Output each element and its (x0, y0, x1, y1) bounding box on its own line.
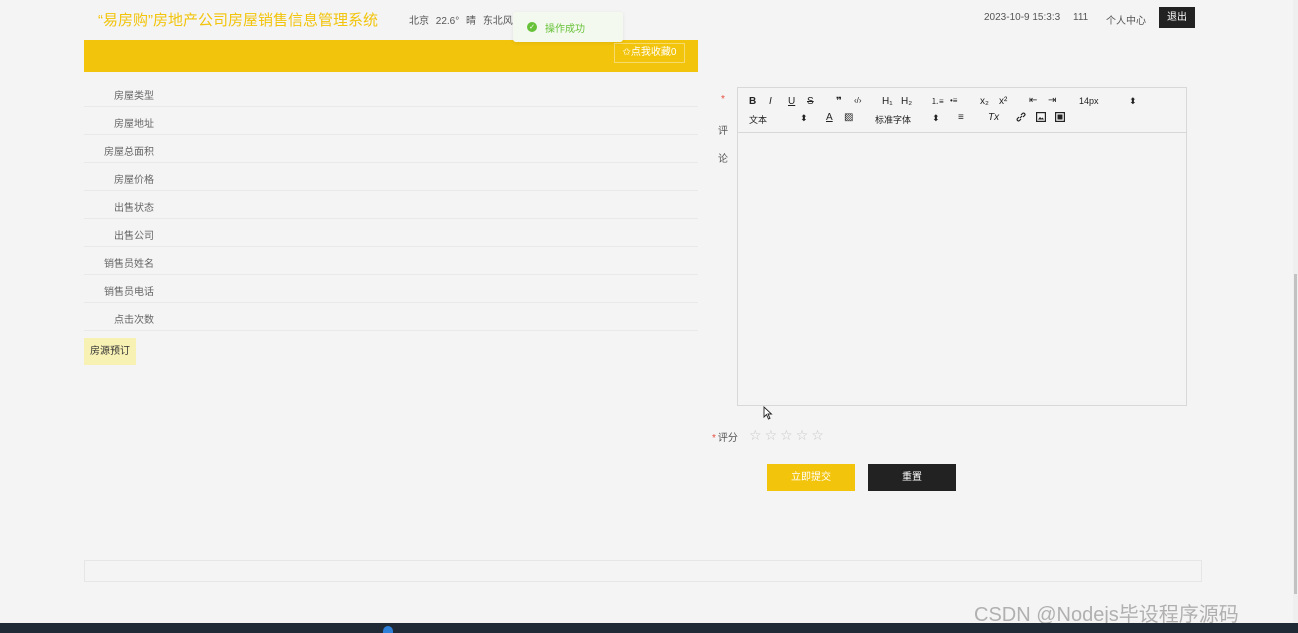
detail-header-bar (84, 40, 698, 72)
font-family-select[interactable]: 标准字体 ⬍ (875, 113, 940, 126)
taskbar (0, 623, 1298, 633)
info-row: 房屋总面积 (84, 135, 698, 163)
info-row: 房屋价格 (84, 163, 698, 191)
weather-condition: 晴 (466, 16, 477, 27)
indent-button[interactable]: ⇥ (1048, 95, 1056, 106)
font-family-value: 标准字体 (875, 115, 912, 125)
house-info-list: 房屋类型 房屋地址 房屋总面积 房屋价格 出售状态 出售公司 销售员姓名 销售员… (84, 79, 698, 331)
heading1-button[interactable]: H₁ (882, 96, 893, 107)
weather-temperature: 22.6° (435, 16, 460, 27)
info-label: 房屋总面积 (104, 147, 154, 158)
info-row: 房屋地址 (84, 107, 698, 135)
video-button[interactable] (1055, 112, 1066, 125)
username: 111 (1073, 12, 1089, 23)
weather-city: 北京 (409, 16, 429, 27)
info-label: 点击次数 (114, 315, 154, 326)
star-icon[interactable]: ☆ (796, 427, 809, 444)
outdent-button[interactable]: ⇤ (1029, 95, 1037, 106)
taskbar-app-icon[interactable] (383, 626, 393, 633)
link-icon (1016, 112, 1026, 122)
blockquote-button[interactable]: ❞ (836, 96, 842, 107)
heading2-button[interactable]: H₂ (901, 96, 912, 107)
subscript-button[interactable]: x₂ (980, 96, 989, 107)
header-select[interactable]: 文本 ⬍ (749, 113, 808, 126)
link-button[interactable] (1016, 112, 1026, 124)
editor-content-area[interactable] (738, 133, 1186, 405)
success-toast: ✓ 操作成功 (513, 12, 623, 42)
info-label: 出售公司 (114, 231, 154, 242)
strike-button[interactable]: S (807, 96, 814, 107)
reset-button[interactable]: 重置 (868, 464, 956, 491)
info-row: 出售状态 (84, 191, 698, 219)
select-arrow-icon: ⬍ (800, 113, 808, 123)
book-house-button[interactable]: 房源预订 (84, 338, 136, 365)
logout-button[interactable]: 退出 (1159, 7, 1195, 28)
current-datetime: 2023-10-9 15:3:3 (984, 12, 1061, 23)
info-label: 出售状态 (114, 203, 154, 214)
editor-toolbar: B I U S ❞ ‹/› H₁ H₂ ⒈≡ •≡ x₂ x² ⇤ ⇥ 14px… (738, 88, 1186, 133)
footer (84, 560, 1202, 582)
image-button[interactable] (1036, 112, 1047, 125)
bullet-list-button[interactable]: •≡ (950, 96, 957, 105)
align-button[interactable]: ≡ (958, 112, 964, 123)
favorite-button[interactable]: ✩点我收藏0 (614, 43, 685, 63)
info-row: 点击次数 (84, 303, 698, 331)
select-arrow-icon: ⬍ (932, 113, 940, 123)
info-label: 销售员电话 (104, 287, 154, 298)
background-color-button[interactable]: ▨ (844, 112, 853, 123)
toast-message: 操作成功 (545, 23, 585, 35)
personal-center-link[interactable]: 个人中心 (1106, 12, 1146, 27)
superscript-button[interactable]: x² (999, 96, 1007, 107)
info-row: 房屋类型 (84, 79, 698, 107)
image-icon (1036, 112, 1047, 123)
site-title: “易房购”房地产公司房屋销售信息管理系统 (98, 12, 378, 29)
info-label: 销售员姓名 (104, 259, 154, 270)
rating-stars[interactable]: ☆ ☆ ☆ ☆ ☆ (749, 427, 827, 444)
weather-widget: 北京 22.6° 晴 东北风 2 (409, 12, 513, 27)
info-row: 销售员电话 (84, 275, 698, 303)
top-header: “易房购”房地产公司房屋销售信息管理系统 北京 22.6° 晴 东北风 2 20… (0, 0, 1298, 40)
ordered-list-button[interactable]: ⒈≡ (931, 96, 944, 107)
comment-required-mark: * (721, 94, 725, 105)
score-label: 评分 (717, 433, 738, 444)
star-icon[interactable]: ☆ (811, 427, 824, 444)
star-icon[interactable]: ☆ (749, 427, 762, 444)
info-row: 出售公司 (84, 219, 698, 247)
clean-format-button[interactable]: Tx (988, 112, 999, 123)
info-label: 房屋类型 (114, 91, 154, 102)
score-label-row: * 评分 (712, 429, 738, 444)
bold-button[interactable]: B (749, 96, 756, 107)
submit-button[interactable]: 立即提交 (767, 464, 855, 491)
scrollbar-thumb[interactable] (1294, 274, 1297, 594)
select-arrow-icon: ⬍ (1129, 96, 1137, 106)
text-color-button[interactable]: A (826, 112, 833, 123)
score-required-mark: * (712, 433, 716, 444)
comment-label-2: 论 (718, 154, 728, 165)
info-row: 销售员姓名 (84, 247, 698, 275)
font-size-value: 14px (1079, 96, 1099, 106)
rich-text-editor: B I U S ❞ ‹/› H₁ H₂ ⒈≡ •≡ x₂ x² ⇤ ⇥ 14px… (737, 87, 1187, 406)
star-icon[interactable]: ☆ (780, 427, 793, 444)
header-select-value: 文本 (749, 115, 768, 125)
underline-button[interactable]: U (788, 96, 795, 107)
font-size-select[interactable]: 14px ⬍ (1079, 96, 1137, 106)
italic-button[interactable]: I (769, 96, 772, 107)
star-icon[interactable]: ☆ (765, 427, 778, 444)
check-circle-icon: ✓ (527, 22, 537, 32)
code-block-button[interactable]: ‹/› (854, 96, 862, 105)
info-label: 房屋地址 (114, 119, 154, 130)
weather-wind: 东北风 2 (482, 16, 513, 27)
video-icon (1055, 112, 1066, 123)
comment-label-1: 评 (718, 126, 728, 137)
mouse-cursor-icon (763, 406, 773, 420)
info-label: 房屋价格 (114, 175, 154, 186)
